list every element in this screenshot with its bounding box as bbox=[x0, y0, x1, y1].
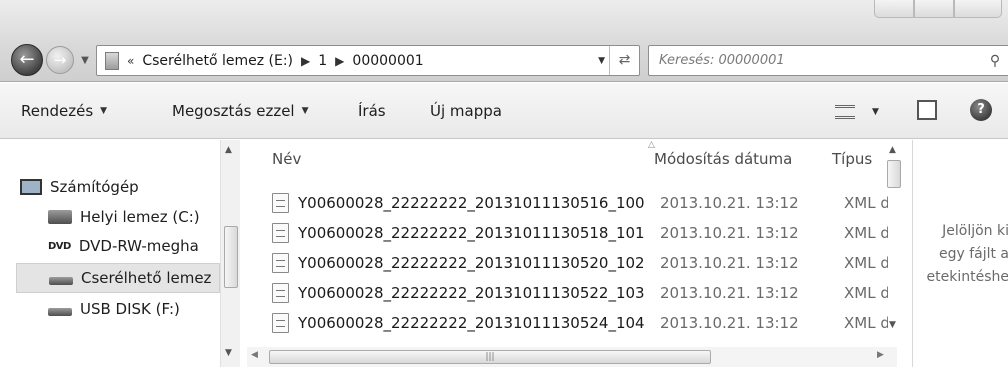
file-list: Név △ Módosítás dátuma Típus Y00600028_2… bbox=[242, 140, 912, 367]
sidebar-item-local-disk-c[interactable]: Helyi lemez (C:) bbox=[48, 208, 200, 226]
table-row[interactable]: Y00600028_22222222_20131011130518_101 20… bbox=[272, 218, 892, 248]
minimize-button[interactable] bbox=[874, 0, 914, 18]
file-date: 2013.10.21. 13:12 bbox=[660, 194, 799, 212]
xml-file-icon bbox=[272, 283, 289, 303]
breadcrumb-folder-00000001[interactable]: 00000001 bbox=[352, 53, 423, 69]
scrollbar-thumb[interactable] bbox=[224, 226, 238, 288]
scroll-down-arrow-icon[interactable]: ▼ bbox=[225, 348, 232, 358]
file-date: 2013.10.21. 13:12 bbox=[660, 224, 799, 242]
dvd-drive-icon: DVD bbox=[48, 240, 71, 252]
removable-drive-icon bbox=[49, 277, 73, 285]
chevron-down-icon: ▼ bbox=[301, 106, 309, 116]
breadcrumb-separator-icon[interactable]: ▶ bbox=[301, 54, 310, 68]
sort-indicator-icon: △ bbox=[648, 140, 655, 150]
column-header-type[interactable]: Típus bbox=[832, 150, 872, 168]
file-date: 2013.10.21. 13:12 bbox=[660, 314, 799, 332]
scroll-up-arrow-icon[interactable]: ▲ bbox=[225, 145, 232, 155]
scroll-down-arrow-icon[interactable]: ▼ bbox=[889, 320, 896, 330]
xml-file-icon bbox=[272, 223, 289, 243]
table-row[interactable]: Y00600028_22222222_20131011130520_102 20… bbox=[272, 248, 892, 278]
preview-placeholder-text: Jelöljön ki egy fájlt a etekintéshe bbox=[926, 223, 1008, 285]
file-type: XML d bbox=[844, 194, 888, 212]
usb-drive-icon bbox=[48, 308, 72, 316]
search-box[interactable]: ⚲ bbox=[648, 45, 1008, 76]
breadcrumb-separator-icon[interactable]: ▶ bbox=[335, 54, 344, 68]
file-type: XML d bbox=[844, 284, 888, 302]
burn-label: Írás bbox=[358, 102, 386, 120]
forward-arrow-icon[interactable]: → bbox=[46, 46, 74, 74]
hard-drive-icon bbox=[48, 210, 72, 224]
file-type: XML d bbox=[844, 314, 888, 332]
scrollbar-thumb[interactable]: ||| bbox=[269, 350, 711, 364]
search-icon[interactable]: ⚲ bbox=[982, 53, 1008, 69]
new-folder-label: Új mappa bbox=[430, 102, 502, 120]
computer-icon bbox=[20, 179, 42, 195]
organize-label: Rendezés bbox=[21, 102, 94, 120]
burn-button[interactable]: Írás bbox=[358, 102, 386, 120]
scroll-up-arrow-icon[interactable]: ▲ bbox=[889, 145, 896, 155]
help-icon[interactable]: ? bbox=[970, 99, 992, 121]
sidebar-item-removable-disk[interactable]: Cserélhető lemez bbox=[16, 263, 220, 293]
search-input[interactable] bbox=[649, 52, 982, 69]
sidebar-item-label: Számítógép bbox=[50, 178, 139, 196]
scrollbar-thumb[interactable] bbox=[887, 160, 901, 188]
file-name: Y00600028_22222222_20131011130522_103 bbox=[298, 284, 645, 302]
sidebar-item-label: Cserélhető lemez bbox=[81, 269, 212, 287]
folder-icon bbox=[105, 51, 119, 70]
recent-pages-chevron-down-icon[interactable]: ▼ bbox=[78, 54, 92, 68]
breadcrumb-folder-1[interactable]: 1 bbox=[318, 53, 327, 69]
file-name: Y00600028_22222222_20131011130516_100 bbox=[298, 194, 645, 212]
file-date: 2013.10.21. 13:12 bbox=[660, 284, 799, 302]
file-name: Y00600028_22222222_20131011130524_104 bbox=[298, 314, 645, 332]
maximize-button[interactable] bbox=[914, 0, 954, 18]
chevron-down-icon: ▼ bbox=[100, 106, 108, 116]
share-with-label: Megosztás ezzel bbox=[172, 102, 295, 120]
file-type: XML d bbox=[844, 254, 888, 272]
scroll-right-arrow-icon[interactable]: ▶ bbox=[877, 350, 884, 360]
navigation-scrollbar[interactable]: ▲ ▼ bbox=[220, 140, 240, 367]
horizontal-scrollbar[interactable]: ◀ ||| ▶ bbox=[247, 347, 897, 367]
navigation-pane: Számítógép Helyi lemez (C:) DVD DVD-RW-m… bbox=[0, 140, 240, 367]
preview-pane: Jelöljön ki egy fájlt a etekintéshe bbox=[912, 140, 1008, 367]
scroll-left-arrow-icon[interactable]: ◀ bbox=[251, 350, 258, 360]
address-history-chevron-down-icon[interactable]: ▼ bbox=[598, 56, 605, 66]
organize-button[interactable]: Rendezés ▼ bbox=[21, 102, 107, 120]
table-row[interactable]: Y00600028_22222222_20131011130524_104 20… bbox=[272, 308, 892, 338]
file-list-scrollbar[interactable]: ▲ ▼ bbox=[884, 140, 904, 340]
xml-file-icon bbox=[272, 193, 289, 213]
command-bar: Rendezés ▼ Megosztás ezzel ▼ Írás Új map… bbox=[0, 83, 1008, 139]
column-header-name[interactable]: Név bbox=[272, 150, 301, 168]
sidebar-item-computer[interactable]: Számítógép bbox=[20, 178, 139, 196]
xml-file-icon bbox=[272, 253, 289, 273]
share-with-button[interactable]: Megosztás ezzel ▼ bbox=[172, 102, 309, 120]
back-arrow-icon[interactable]: ← bbox=[11, 44, 43, 76]
file-name: Y00600028_22222222_20131011130520_102 bbox=[298, 254, 645, 272]
file-name: Y00600028_22222222_20131011130518_101 bbox=[298, 224, 645, 242]
file-date: 2013.10.21. 13:12 bbox=[660, 254, 799, 272]
sidebar-item-label: Helyi lemez (C:) bbox=[80, 208, 200, 226]
table-row[interactable]: Y00600028_22222222_20131011130522_103 20… bbox=[272, 278, 892, 308]
refresh-icon[interactable]: ⇄ bbox=[609, 46, 639, 75]
breadcrumb-drive[interactable]: Cserélhető lemez (E:) bbox=[142, 53, 293, 69]
column-header-date-modified[interactable]: Módosítás dátuma bbox=[654, 150, 792, 168]
new-folder-button[interactable]: Új mappa bbox=[430, 102, 502, 120]
preview-pane-icon[interactable] bbox=[917, 100, 937, 120]
address-bar[interactable]: « Cserélhető lemez (E:) ▶ 1 ▶ 00000001 ▼… bbox=[96, 45, 640, 76]
sidebar-item-label: USB DISK (F:) bbox=[80, 300, 180, 318]
sidebar-item-dvd-drive[interactable]: DVD DVD-RW-megha bbox=[48, 237, 199, 255]
address-overflow-icon[interactable]: « bbox=[127, 54, 134, 68]
xml-file-icon bbox=[272, 313, 289, 333]
window-controls bbox=[874, 0, 1002, 18]
table-row[interactable]: Y00600028_22222222_20131011130516_100 20… bbox=[272, 188, 892, 218]
file-type: XML d bbox=[844, 224, 888, 242]
view-options-icon[interactable] bbox=[835, 105, 855, 119]
sidebar-item-usb-disk-f[interactable]: USB DISK (F:) bbox=[48, 300, 180, 318]
view-chevron-down-icon[interactable]: ▼ bbox=[872, 107, 879, 117]
sidebar-item-label: DVD-RW-megha bbox=[78, 237, 199, 255]
title-bar: ← → ▼ « Cserélhető lemez (E:) ▶ 1 ▶ 0000… bbox=[0, 0, 1008, 82]
close-button[interactable] bbox=[954, 0, 1002, 18]
